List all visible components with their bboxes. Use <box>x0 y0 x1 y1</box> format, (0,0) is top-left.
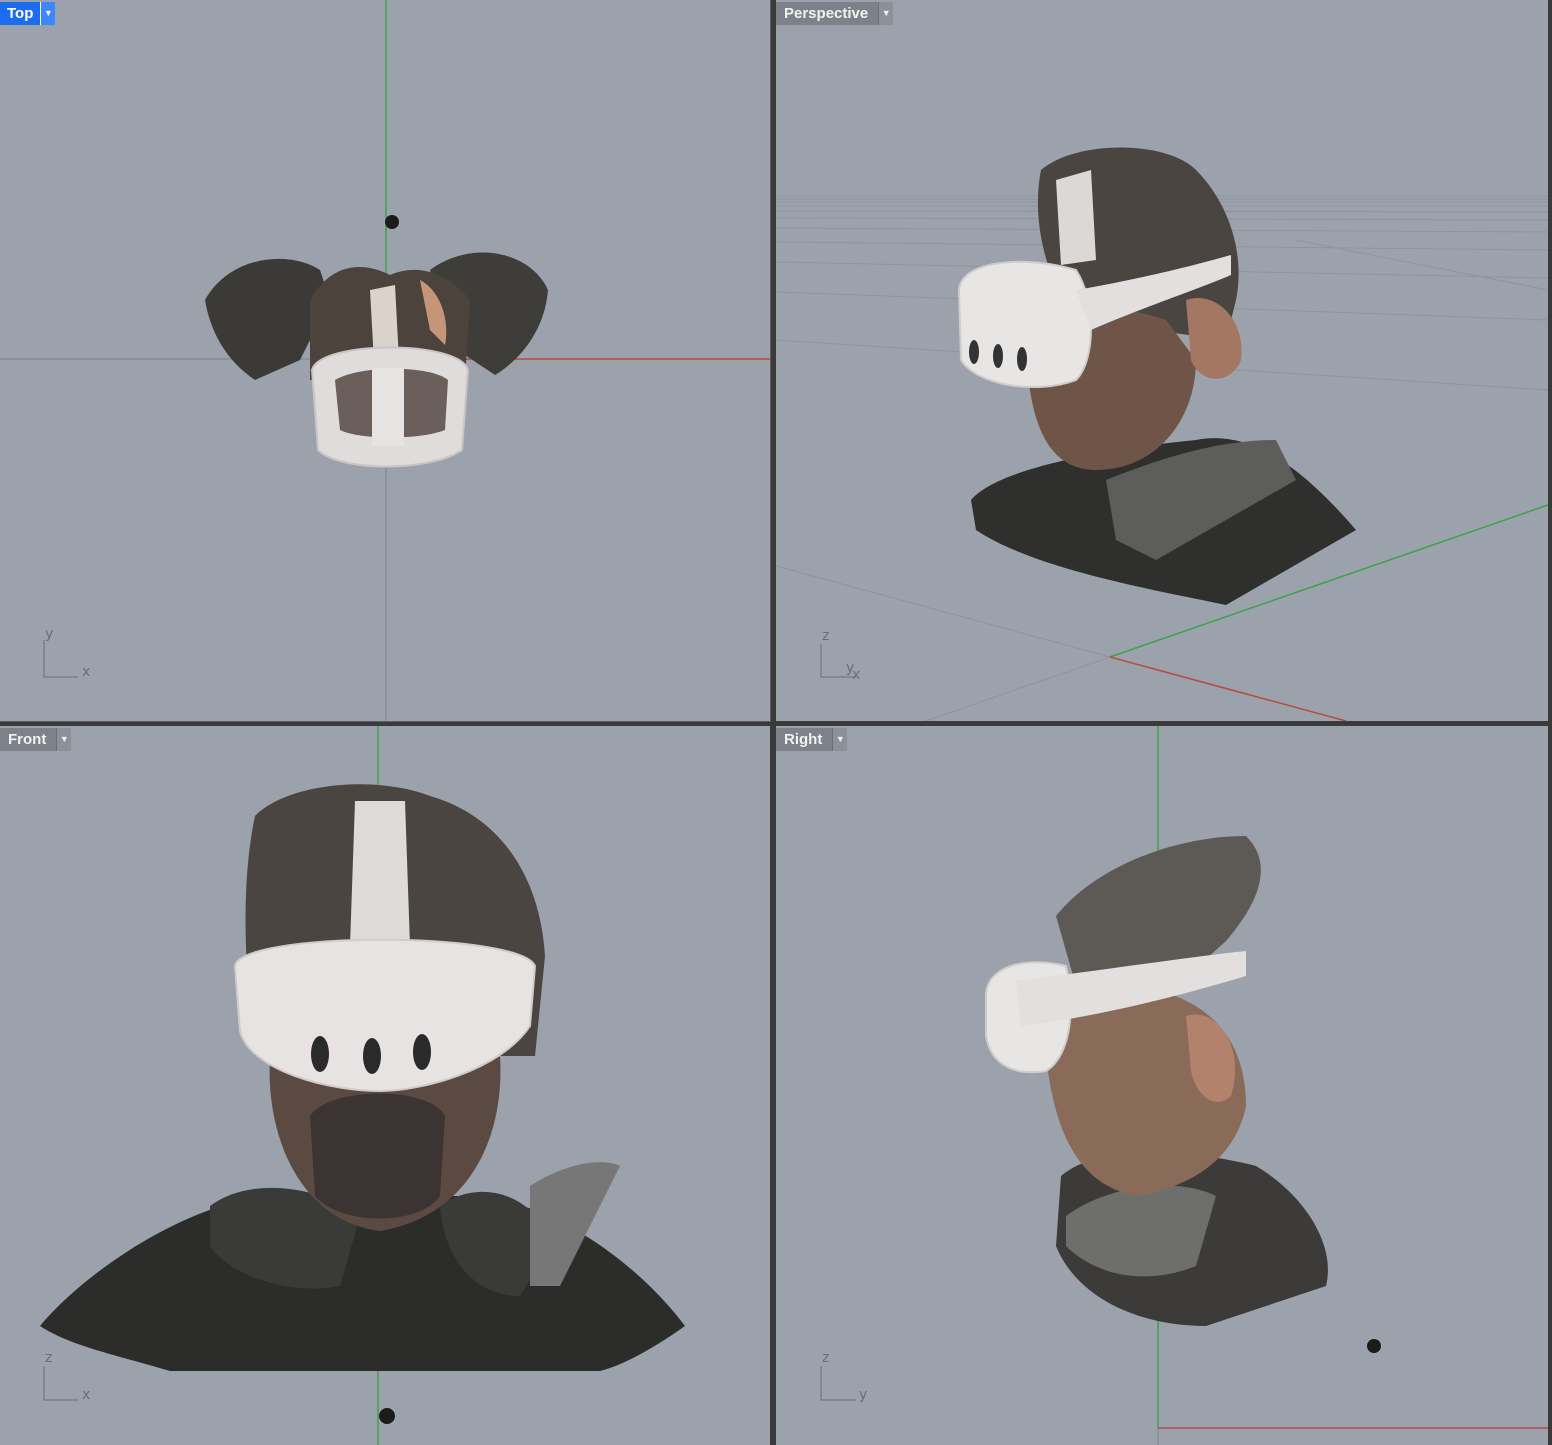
axis-gizmo-front <box>43 1366 78 1401</box>
viewport-perspective[interactable]: Perspective ▼ z y x <box>776 0 1548 721</box>
chevron-down-icon[interactable]: ▼ <box>832 728 848 751</box>
axis-label-v: z <box>45 1350 53 1366</box>
viewport-tab-right[interactable]: Right ▼ <box>776 728 848 751</box>
viewport-front[interactable]: Front ▼ z x <box>0 726 770 1445</box>
viewport-title: Top <box>0 2 41 25</box>
axis-label-v: y <box>45 626 54 642</box>
axis-gizmo-top <box>43 640 78 678</box>
viewport-right[interactable]: Right ▼ z y <box>776 726 1548 1445</box>
viewport-tab-top[interactable]: Top ▼ <box>0 2 56 25</box>
viewport-title: Perspective <box>776 2 879 25</box>
chevron-down-icon[interactable]: ▼ <box>40 2 56 25</box>
axis-label-v: z <box>822 628 830 644</box>
viewport-title: Right <box>776 728 833 751</box>
viewport-title: Front <box>0 728 57 751</box>
chevron-down-icon[interactable]: ▼ <box>878 2 894 25</box>
viewport-top[interactable]: Top ▼ y x <box>0 0 771 722</box>
axis-label-h: x <box>82 664 91 680</box>
axis-label-v: z <box>822 1350 830 1366</box>
axis-gizmo-right <box>820 1366 856 1401</box>
axis-label-h: y <box>859 1387 868 1403</box>
viewport-tab-front[interactable]: Front ▼ <box>0 728 72 751</box>
axis-label-h: x <box>82 1387 91 1403</box>
axis-label-h: x <box>852 667 861 683</box>
axis-gizmo-perspective <box>820 644 856 678</box>
viewport-tab-perspective[interactable]: Perspective ▼ <box>776 2 894 25</box>
chevron-down-icon[interactable]: ▼ <box>56 728 72 751</box>
